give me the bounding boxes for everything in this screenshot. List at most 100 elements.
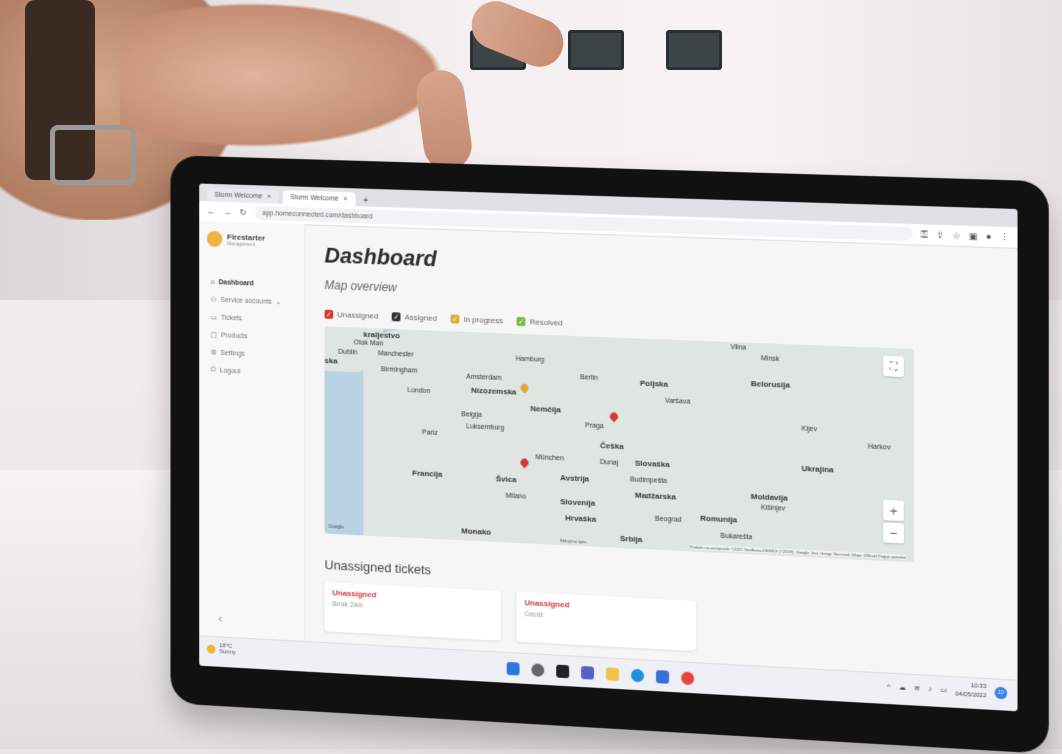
- forward-icon[interactable]: →: [223, 207, 232, 217]
- back-icon[interactable]: ←: [207, 206, 216, 216]
- star-icon[interactable]: ☆: [952, 230, 960, 241]
- browser-tab-active[interactable]: Storm Welcome ×: [282, 190, 356, 207]
- map-label: London: [407, 387, 431, 395]
- background-monitor: [666, 30, 722, 70]
- map-label: Dunaj: [600, 459, 619, 467]
- ticket-card[interactable]: Unassigned Brnik 24m: [324, 581, 501, 641]
- map-label: Nemčija: [530, 404, 561, 415]
- map-label: Praga: [585, 422, 604, 431]
- legend-in-progress[interactable]: ✓ In progress: [450, 314, 503, 326]
- sidebar-item-label: Service accounts: [220, 296, 272, 306]
- app: Firestarter Management ⌂ Dashboard ⚇ Servi…: [199, 220, 1017, 681]
- map-land: [363, 327, 915, 563]
- map-label: Poljska: [639, 378, 669, 389]
- reload-icon[interactable]: ↻: [240, 207, 247, 218]
- map-label: Amsterdam: [466, 373, 502, 382]
- sidebar-item-label: Settings: [220, 349, 245, 358]
- map-label: Otok Man: [353, 339, 384, 348]
- google-logo: Google: [328, 523, 345, 531]
- close-icon[interactable]: ×: [267, 193, 271, 200]
- home-icon: ⌂: [210, 278, 215, 286]
- browser-tab[interactable]: Storm Welcome ×: [206, 187, 279, 204]
- legend-resolved[interactable]: ✓ Resolved: [516, 316, 563, 328]
- weather-widget[interactable]: 18°C Sunny: [206, 643, 236, 656]
- notification-badge[interactable]: 10: [994, 686, 1008, 700]
- zoom-in-button[interactable]: +: [883, 499, 904, 522]
- checkbox-icon[interactable]: ✓: [450, 314, 460, 324]
- volume-icon[interactable]: ♪: [928, 685, 932, 692]
- file-explorer-icon[interactable]: [605, 666, 619, 681]
- map-label: Romunija: [700, 513, 738, 525]
- gear-icon: ⚙: [210, 349, 217, 357]
- map-label: kraljestvo: [363, 329, 400, 341]
- map-label: Birmingham: [380, 366, 418, 375]
- cloud-icon[interactable]: ☁: [899, 683, 906, 692]
- ticket-card[interactable]: Unassigned Gecat: [516, 591, 697, 652]
- legend-label: Resolved: [529, 317, 563, 328]
- profile-icon[interactable]: ●: [986, 231, 992, 241]
- task-view-icon[interactable]: [556, 664, 570, 678]
- map-label: Dublin: [338, 348, 358, 357]
- menu-icon[interactable]: ⋮: [1000, 231, 1009, 243]
- key-icon[interactable]: ⚿: [921, 229, 928, 240]
- tab-label: Storm Welcome: [214, 191, 263, 200]
- map-label: München: [535, 454, 564, 463]
- checkbox-icon[interactable]: ✓: [516, 316, 526, 327]
- clock-date: 04/05/2022: [955, 691, 987, 700]
- sidebar-item-label: Logout: [219, 367, 241, 375]
- map-label: Minsk: [760, 355, 780, 364]
- map-label: Kišinjev: [760, 504, 786, 513]
- map-label: Kijev: [801, 425, 817, 434]
- sidebar-item-label: Tickets: [220, 314, 242, 322]
- checkbox-icon[interactable]: ✓: [391, 312, 401, 322]
- map-label: Avstrija: [560, 473, 590, 484]
- map-label: Slovaška: [634, 458, 670, 470]
- map-label: Srbija: [619, 533, 643, 545]
- hand: [120, 0, 450, 150]
- sidebar: Firestarter Management ⌂ Dashboard ⚇ Servi…: [199, 220, 306, 643]
- legend-label: Assigned: [404, 312, 437, 323]
- share-icon[interactable]: ⇪: [936, 229, 944, 240]
- legend-unassigned[interactable]: ✓ Unassigned: [324, 309, 378, 321]
- collapse-sidebar-button[interactable]: ‹: [218, 612, 222, 626]
- edge-icon[interactable]: [630, 668, 644, 682]
- checkbox-icon[interactable]: ✓: [324, 309, 334, 319]
- tablet-screen: Storm Welcome × Storm Welcome × + ← → ↻ ap…: [199, 183, 1018, 712]
- map-label: Varšava: [665, 397, 691, 406]
- map-label: Nizozemska: [471, 385, 517, 397]
- chevron-up-icon[interactable]: ^: [887, 683, 890, 690]
- new-tab-icon[interactable]: +: [359, 195, 372, 207]
- background-monitor: [568, 30, 624, 70]
- map-label: Madžarska: [634, 490, 677, 502]
- search-icon[interactable]: [531, 662, 545, 677]
- map-label: Hrvaška: [565, 513, 597, 524]
- logout-icon: ⏻: [210, 366, 217, 374]
- clock[interactable]: 10:33 04/05/2022: [955, 681, 986, 701]
- map-label: Milano: [505, 492, 527, 501]
- store-icon[interactable]: [656, 669, 670, 684]
- chat-icon[interactable]: [581, 665, 595, 680]
- chevron-down-icon: ⌄: [275, 299, 282, 307]
- brand-logo: [206, 230, 223, 248]
- map-label: Švica: [495, 474, 517, 485]
- legend-assigned[interactable]: ✓ Assigned: [391, 312, 437, 323]
- wifi-icon[interactable]: ≋: [914, 684, 920, 692]
- chrome-icon[interactable]: [681, 670, 695, 685]
- map-label: Belgija: [461, 411, 483, 419]
- sidepanel-icon[interactable]: ▣: [969, 230, 978, 241]
- legend-label: In progress: [463, 314, 503, 326]
- box-icon: ▢: [210, 331, 218, 340]
- close-icon[interactable]: ×: [343, 195, 347, 202]
- map-label: Bukarešta: [720, 532, 753, 542]
- sun-icon: [206, 644, 216, 654]
- battery-icon[interactable]: ▭: [940, 686, 947, 694]
- zoom-out-button[interactable]: −: [883, 522, 904, 544]
- map-label: Ukrajina: [801, 463, 834, 475]
- map-label: Monako: [461, 526, 492, 537]
- map-label: Slovenija: [560, 497, 596, 508]
- map[interactable]: kraljestvo Otok Man Dublin Manchester sk…: [324, 326, 915, 563]
- sidebar-item-logout[interactable]: ⏻ Logout: [207, 361, 297, 382]
- map-label: Vilna: [730, 344, 747, 352]
- start-icon[interactable]: [506, 661, 520, 676]
- fullscreen-button[interactable]: ⛶: [883, 355, 904, 378]
